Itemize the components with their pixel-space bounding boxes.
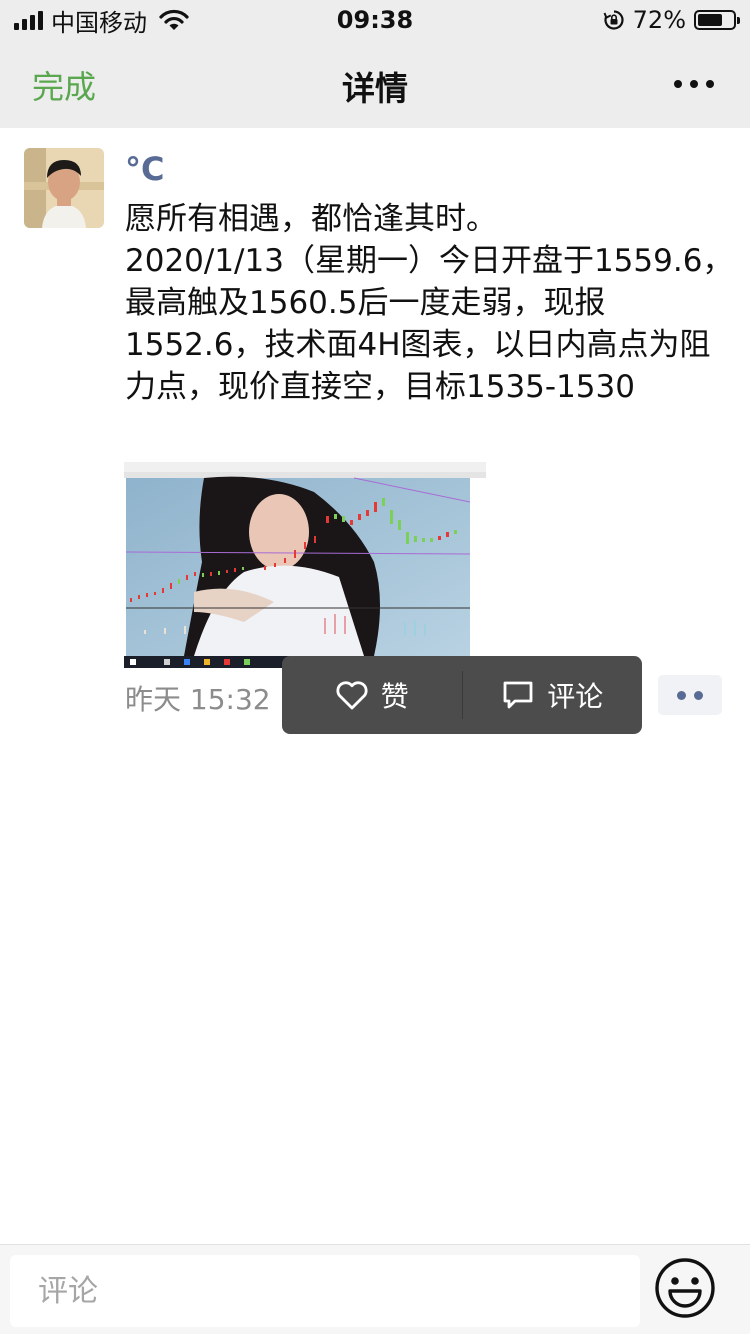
comment-icon (503, 681, 533, 709)
avatar-image (24, 148, 104, 228)
post-text: 愿所有相遇，都恰逢其时。 2020/1/13（星期一）今日开盘于1559.6，最… (125, 201, 734, 405)
post-image[interactable] (124, 462, 486, 668)
status-right: 72% (603, 6, 740, 34)
like-label: 赞 (380, 680, 409, 713)
heart-icon (336, 681, 368, 710)
chart-screenshot-image (124, 462, 486, 668)
rotation-lock-icon (603, 10, 624, 30)
battery-tip (737, 17, 740, 24)
comment-label: 评论 (547, 680, 604, 713)
more-icon[interactable] (674, 80, 714, 88)
navigation-bar: 完成 详情 (0, 40, 750, 128)
page-title: 详情 (342, 69, 408, 108)
status-bar: 中国移动 09:38 72% (0, 0, 750, 40)
comment-button[interactable]: 评论 (463, 656, 643, 734)
comment-bar (0, 1244, 750, 1334)
author-name[interactable]: °C (125, 150, 164, 188)
post-timestamp: 昨天 15:32 (125, 683, 271, 716)
post-more-button[interactable] (658, 675, 722, 715)
battery-icon (694, 10, 740, 30)
like-button[interactable]: 赞 (282, 656, 462, 734)
battery-percent: 72% (632, 6, 686, 34)
action-popup: 赞 评论 (282, 656, 642, 734)
avatar[interactable] (24, 148, 104, 228)
comment-input[interactable] (10, 1255, 640, 1327)
battery-fill (698, 14, 723, 26)
emoji-icon[interactable] (654, 1257, 716, 1319)
